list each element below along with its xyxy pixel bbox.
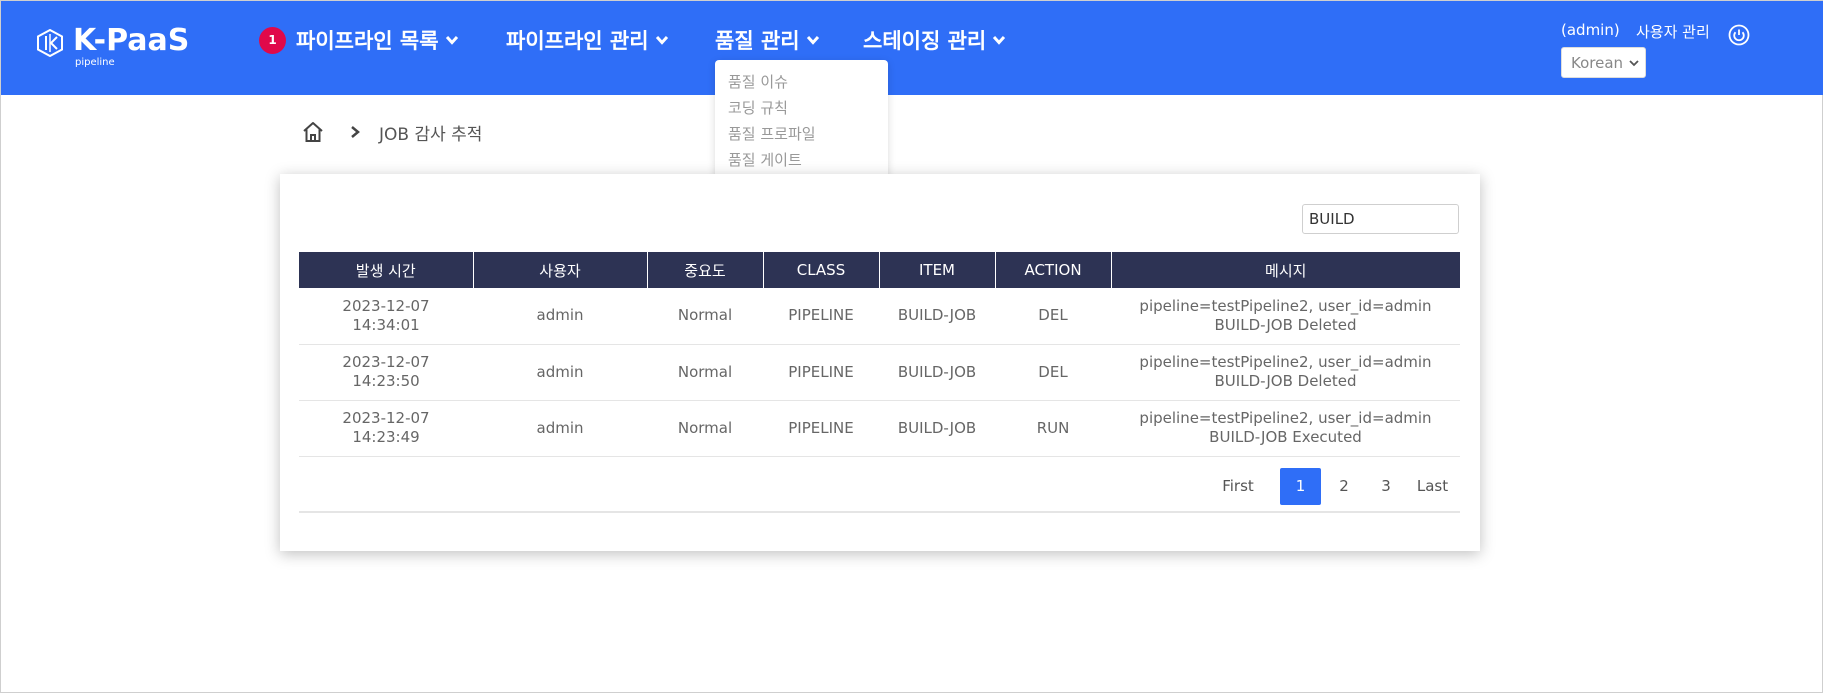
cell-item: BUILD-JOB: [879, 400, 995, 457]
menu-item-quality-profile[interactable]: 품질 프로파일: [715, 121, 888, 147]
nav-pipeline-list-label: 파이프라인 목록: [296, 29, 439, 53]
cell-severity: Normal: [647, 344, 763, 401]
col-header-severity[interactable]: 중요도: [647, 252, 764, 288]
cell-item: BUILD-JOB: [879, 288, 995, 345]
page-title: JOB 감사 추적: [379, 124, 483, 145]
power-icon[interactable]: [1728, 24, 1750, 46]
nav-staging-manage-label: 스테이징 관리: [863, 29, 987, 53]
cell-message: pipeline=testPipeline2, user_id=admin BU…: [1111, 288, 1460, 345]
cell-severity: Normal: [647, 288, 763, 345]
cell-action: RUN: [995, 400, 1111, 457]
page-1-button[interactable]: 1: [1280, 468, 1321, 505]
current-user: (admin): [1561, 21, 1620, 39]
top-header: K-PaaS pipeline 1 파이프라인 목록 파이프라인 관리 품질 관…: [1, 1, 1823, 95]
logo-text: K-PaaS: [73, 23, 190, 58]
table-row[interactable]: 2023-12-07 14:34:01 admin Normal PIPELIN…: [299, 288, 1460, 345]
home-icon[interactable]: [301, 120, 325, 144]
page-2-button[interactable]: 2: [1329, 468, 1359, 505]
cell-severity: Normal: [647, 400, 763, 457]
breadcrumb: JOB 감사 추적: [301, 117, 482, 147]
menu-item-quality-gate[interactable]: 품질 게이트: [715, 147, 888, 173]
divider: [299, 511, 1460, 513]
pagination: First 1 2 3 Last: [280, 468, 1480, 506]
logo-subtext: pipeline: [75, 57, 115, 68]
page-first-button[interactable]: First: [1213, 468, 1263, 505]
menu-item-coding-rules[interactable]: 코딩 규칙: [715, 95, 888, 121]
table-row[interactable]: 2023-12-07 14:23:50 admin Normal PIPELIN…: [299, 344, 1460, 401]
chevron-down-icon: [1629, 60, 1639, 67]
col-header-user[interactable]: 사용자: [473, 252, 648, 288]
cell-user: admin: [473, 400, 647, 457]
cell-message: pipeline=testPipeline2, user_id=admin BU…: [1111, 400, 1460, 457]
quality-dropdown-menu: 품질 이슈 코딩 규칙 품질 프로파일 품질 게이트: [715, 60, 888, 182]
notification-badge: 1: [259, 26, 286, 54]
cell-user: admin: [473, 344, 647, 401]
col-header-message[interactable]: 메시지: [1111, 252, 1460, 288]
k-paas-logo-icon: [37, 29, 63, 57]
nav-staging-manage[interactable]: 스테이징 관리: [863, 23, 1006, 57]
cell-class: PIPELINE: [763, 400, 879, 457]
nav-quality-manage-label: 품질 관리: [715, 29, 800, 53]
nav-pipeline-manage-label: 파이프라인 관리: [506, 29, 649, 53]
cell-action: DEL: [995, 344, 1111, 401]
col-header-class[interactable]: CLASS: [763, 252, 880, 288]
table-row[interactable]: 2023-12-07 14:23:49 admin Normal PIPELIN…: [299, 400, 1460, 457]
cell-time: 2023-12-07 14:34:01: [299, 288, 473, 345]
col-header-action[interactable]: ACTION: [995, 252, 1112, 288]
chevron-down-icon: [655, 35, 668, 45]
cell-item: BUILD-JOB: [879, 344, 995, 401]
chevron-down-icon: [445, 35, 458, 45]
nav-quality-manage[interactable]: 품질 관리: [715, 23, 820, 57]
page-last-button[interactable]: Last: [1410, 468, 1455, 505]
cell-time: 2023-12-07 14:23:49: [299, 400, 473, 457]
chevron-right-icon: [351, 126, 360, 138]
cell-action: DEL: [995, 288, 1111, 345]
chevron-down-icon: [806, 35, 819, 45]
page-3-button[interactable]: 3: [1371, 468, 1401, 505]
cell-message: pipeline=testPipeline2, user_id=admin BU…: [1111, 344, 1460, 401]
audit-card: 발생 시간 사용자 중요도 CLASS ITEM ACTION 메시지 2023…: [280, 174, 1480, 551]
language-select[interactable]: Korean: [1561, 47, 1646, 78]
user-manage-link[interactable]: 사용자 관리: [1636, 21, 1710, 42]
cell-user: admin: [473, 288, 647, 345]
chevron-down-icon: [993, 35, 1006, 45]
cell-class: PIPELINE: [763, 288, 879, 345]
nav-pipeline-manage[interactable]: 파이프라인 관리: [506, 23, 669, 57]
cell-time: 2023-12-07 14:23:50: [299, 344, 473, 401]
col-header-item[interactable]: ITEM: [879, 252, 996, 288]
cell-class: PIPELINE: [763, 344, 879, 401]
language-select-value: Korean: [1571, 53, 1624, 72]
col-header-time[interactable]: 발생 시간: [299, 252, 474, 288]
table-header-row: 발생 시간 사용자 중요도 CLASS ITEM ACTION 메시지: [299, 252, 1460, 288]
search-input[interactable]: [1302, 204, 1459, 234]
menu-item-quality-issue[interactable]: 품질 이슈: [715, 69, 888, 95]
audit-table: 발생 시간 사용자 중요도 CLASS ITEM ACTION 메시지 2023…: [299, 252, 1460, 457]
nav-pipeline-list[interactable]: 1 파이프라인 목록: [259, 23, 459, 57]
